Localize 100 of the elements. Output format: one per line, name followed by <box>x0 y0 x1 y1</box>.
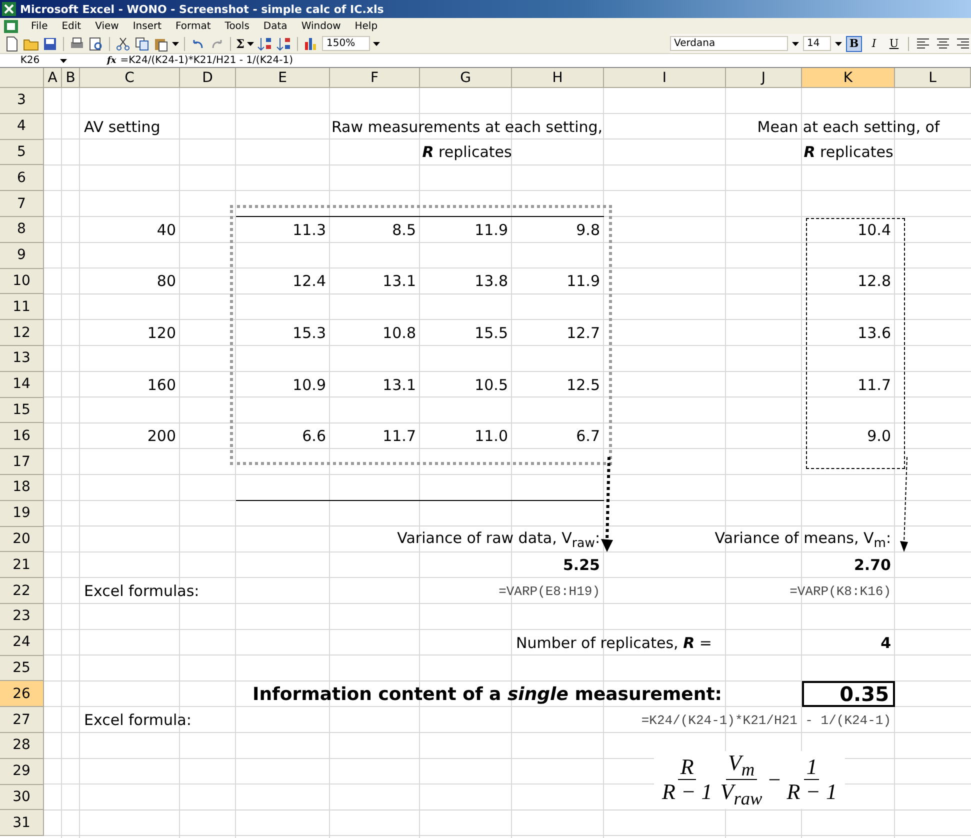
row-header[interactable]: 4 <box>0 114 44 140</box>
table-cell-text: 15.5 <box>474 324 509 342</box>
print-preview-icon[interactable] <box>88 36 104 52</box>
row-header[interactable]: 24 <box>0 630 44 656</box>
table-cell-text: 10.5 <box>474 376 509 394</box>
table-cell-text: 120 <box>146 324 177 342</box>
column-header[interactable]: D <box>180 68 236 88</box>
row-header[interactable]: 27 <box>0 707 44 733</box>
row-header[interactable]: 8 <box>0 216 44 243</box>
dropdown-arrow-icon[interactable] <box>172 42 179 46</box>
style-button[interactable]: I <box>866 36 882 52</box>
column-header[interactable]: F <box>330 68 420 88</box>
column-header[interactable]: E <box>236 68 330 88</box>
cell-label: Excel formula: <box>83 711 192 730</box>
row-header[interactable]: 30 <box>0 784 44 810</box>
dropdown-arrow-icon[interactable] <box>247 42 254 46</box>
font-field[interactable]: Verdana <box>670 36 788 51</box>
table-cell-text: 11.9 <box>566 272 601 290</box>
row-header[interactable]: 5 <box>0 140 44 166</box>
dropdown-arrow-icon[interactable] <box>835 42 842 46</box>
row-header[interactable]: 6 <box>0 165 44 192</box>
table-cell-text: 11.7 <box>856 376 892 394</box>
spreadsheet-app-icon[interactable] <box>4 20 18 32</box>
copy-icon[interactable] <box>134 36 150 52</box>
row-header[interactable]: 29 <box>0 758 44 785</box>
autosum-button[interactable]: Σ <box>236 36 244 50</box>
column-header[interactable]: C <box>80 68 180 88</box>
dropdown-arrow-icon[interactable] <box>373 42 380 46</box>
font-size-field[interactable]: 14 <box>803 36 831 51</box>
row-header[interactable]: 28 <box>0 732 44 759</box>
column-header[interactable]: I <box>604 68 726 88</box>
align-right-icon[interactable] <box>955 36 969 52</box>
cell-label: Raw measurements at each setting, <box>330 118 604 136</box>
menu-item[interactable]: Tools <box>218 20 256 32</box>
row-header[interactable]: 10 <box>0 268 44 294</box>
menu-item[interactable]: Window <box>294 20 348 32</box>
row-header[interactable]: 23 <box>0 604 44 630</box>
row-header[interactable]: 11 <box>0 294 44 320</box>
align-center-icon[interactable] <box>935 36 951 52</box>
row-header[interactable]: 21 <box>0 552 44 578</box>
cell-label: R replicates <box>421 143 513 162</box>
column-header[interactable]: B <box>62 68 80 88</box>
row-header[interactable]: 18 <box>0 474 44 501</box>
formula-field[interactable]: =K24/(K24-1)*K21/H21 - 1/(K24-1) <box>120 55 293 66</box>
menu-item[interactable]: Insert <box>126 20 169 32</box>
column-header[interactable]: K <box>802 68 895 88</box>
row-header[interactable]: 20 <box>0 526 44 552</box>
row-header[interactable]: 7 <box>0 191 44 217</box>
menu-item[interactable]: Format <box>168 20 218 32</box>
table-cell-text: 12.8 <box>856 272 892 290</box>
row-header[interactable]: 12 <box>0 320 44 346</box>
row-header[interactable]: 14 <box>0 372 44 398</box>
style-button[interactable]: B <box>846 36 862 52</box>
sort-ascending-icon[interactable] <box>257 36 274 52</box>
name-box[interactable]: K26 <box>0 55 60 66</box>
cell-label: Mean at each setting, of <box>756 118 941 136</box>
function-label[interactable]: fx <box>107 56 116 66</box>
menu-item[interactable]: Data <box>256 20 294 32</box>
cell-label: R replicates <box>802 143 894 162</box>
table-cell-text: 11.9 <box>474 220 509 239</box>
column-header[interactable]: G <box>420 68 512 88</box>
result-value: 2.70 <box>852 556 892 574</box>
row-header[interactable]: 3 <box>0 88 44 114</box>
save-icon[interactable] <box>42 36 58 52</box>
style-button[interactable]: U <box>886 36 902 52</box>
cell-label: Number of replicates, R = <box>515 634 713 652</box>
table-cell-text: 13.1 <box>382 272 417 290</box>
column-header[interactable]: H <box>512 68 604 88</box>
cell-label: Variance of raw data, V$_{raw}$: <box>396 528 601 550</box>
dropdown-arrow-icon[interactable] <box>792 42 799 46</box>
table-cell-text: 12.4 <box>292 272 327 290</box>
column-header[interactable]: J <box>726 68 802 88</box>
spreadsheet-app-icon <box>2 2 16 16</box>
row-header[interactable]: 22 <box>0 578 44 604</box>
menu-item[interactable]: File <box>24 20 55 32</box>
row-header[interactable]: 31 <box>0 810 44 836</box>
dropdown-arrow-icon[interactable] <box>60 58 67 62</box>
table-cell-text: 13.1 <box>382 376 417 394</box>
column-header[interactable]: L <box>895 68 971 88</box>
row-header[interactable]: 15 <box>0 398 44 424</box>
row-header[interactable]: 25 <box>0 656 44 682</box>
menu-item[interactable]: Edit <box>54 20 88 32</box>
table-cell-text: 11.0 <box>474 427 509 446</box>
row-header[interactable]: 19 <box>0 500 44 527</box>
row-header[interactable]: 26 <box>0 681 44 708</box>
column-header[interactable]: A <box>44 68 62 88</box>
row-header[interactable]: 13 <box>0 346 44 372</box>
menu-item[interactable]: Help <box>348 20 385 32</box>
menu-item[interactable]: View <box>88 20 126 32</box>
zoom-field[interactable]: 150% <box>322 36 370 51</box>
result-value: 4 <box>880 634 892 652</box>
scissors-icon[interactable] <box>115 36 131 52</box>
align-left-icon[interactable] <box>915 36 931 52</box>
table-cell-text: 160 <box>146 376 177 394</box>
row-header[interactable]: 16 <box>0 423 44 450</box>
row-header[interactable]: 9 <box>0 242 44 269</box>
row-header[interactable]: 17 <box>0 449 44 475</box>
sort-descending-icon[interactable] <box>276 36 292 52</box>
table-cell-text: 10.8 <box>382 324 417 342</box>
formula-text: =VARP(E8:H19) <box>498 584 601 599</box>
